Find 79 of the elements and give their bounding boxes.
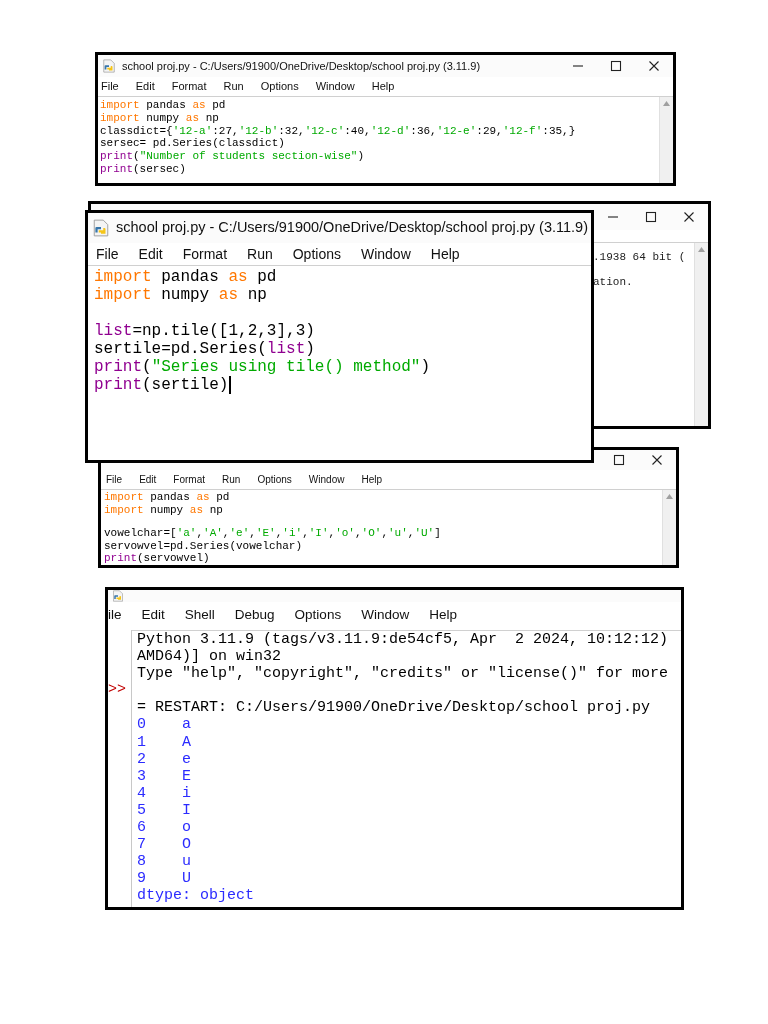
maximize-icon[interactable] xyxy=(645,211,657,223)
menu-item[interactable]: Window xyxy=(361,604,410,626)
menu-item[interactable]: Run xyxy=(222,472,241,487)
output-line: 2 e xyxy=(137,750,191,768)
shell-line: .1938 64 bit ( xyxy=(593,251,686,263)
scroll-up-icon[interactable] xyxy=(663,101,670,106)
scrollbar[interactable] xyxy=(662,490,676,565)
python-file-icon xyxy=(102,59,116,73)
menu-item[interactable]: Window xyxy=(308,472,345,487)
menu-item[interactable]: Window xyxy=(315,78,355,95)
menu-item[interactable]: Options xyxy=(260,78,299,95)
python-file-icon xyxy=(92,219,110,237)
code-line: import numpy as np xyxy=(94,286,267,304)
code-line: print(sertile) xyxy=(94,376,232,394)
menu-item[interactable]: Help xyxy=(371,78,395,95)
menu-item[interactable]: Options xyxy=(257,472,292,487)
menu-item[interactable]: Format xyxy=(182,243,228,265)
output-line: 0 a xyxy=(137,716,191,734)
window-title: school proj.py - C:/Users/91900/OneDrive/Desktop/school proj.py (3.11.9) xyxy=(122,58,481,74)
output-line: 5 I xyxy=(137,801,191,820)
shell-line: AMD64)] on win32 xyxy=(137,648,282,666)
maximize-icon[interactable] xyxy=(610,60,622,72)
maximize-icon[interactable] xyxy=(613,454,625,466)
code-line: print(sersec) xyxy=(100,163,186,176)
code-line: sertile=pd.Series(list) xyxy=(94,340,315,358)
menu-item[interactable]: Edit xyxy=(138,243,163,265)
code-line: list=np.tile([1,2,3],3) xyxy=(94,322,315,340)
scrollbar[interactable] xyxy=(694,243,708,426)
output-line: dtype: object xyxy=(137,887,255,905)
menu-item[interactable]: ile xyxy=(108,604,122,626)
close-icon[interactable] xyxy=(648,60,660,72)
menu-item[interactable]: Options xyxy=(292,243,341,265)
output-line: 4 i xyxy=(137,784,191,802)
shell-line: ation. xyxy=(593,276,633,288)
code-line: sersec= pd.Series(classdict) xyxy=(100,137,285,151)
menu-item[interactable]: Edit xyxy=(139,472,157,487)
code-line: vowelchar=['a','A','e','E','i','I','o','O','u','U'] xyxy=(104,527,441,540)
code-line: servowvel=pd.Series(vowelchar) xyxy=(104,539,303,553)
menu-item[interactable]: Help xyxy=(429,604,457,626)
window-title: school proj.py - C:/Users/91900/OneDrive/Desktop/school proj.py (3.11.9) xyxy=(116,218,588,238)
code-line: classdict={'12-a':27,'12-b':32,'12-c':40,'12-d':36,'12-e':29,'12-f':35,} xyxy=(100,124,576,138)
menu-item[interactable]: Help xyxy=(361,472,382,487)
shell-line: Python 3.11.9 (tags/v3.11.9:de54cf5, Apr 2 2024, 10:12:12) xyxy=(137,631,669,649)
menu-item[interactable]: File xyxy=(96,243,119,265)
menu-item[interactable]: Help xyxy=(430,243,460,265)
code-line: import pandas as pd xyxy=(94,268,277,286)
menu-item[interactable]: Run xyxy=(223,78,244,95)
output-line: 6 o xyxy=(137,819,191,837)
menu-item[interactable]: Debug xyxy=(234,604,275,626)
output-line: 1 A xyxy=(137,733,191,751)
menu-item[interactable]: Format xyxy=(173,472,206,487)
code-line: import numpy as np xyxy=(100,111,219,125)
menu-item[interactable]: Edit xyxy=(141,604,165,626)
menu-item[interactable]: Shell xyxy=(184,604,215,626)
scroll-up-icon[interactable] xyxy=(698,247,705,252)
shell-line: Type "help", "copyright", "credits" or "license()" for more xyxy=(137,665,669,683)
code-line: import pandas as pd xyxy=(104,491,230,504)
menu-item[interactable]: Options xyxy=(294,604,342,626)
output-line: 7 O xyxy=(137,836,191,854)
menu-item[interactable]: Edit xyxy=(135,78,155,95)
code-line: import pandas as pd xyxy=(100,99,226,112)
menu-item[interactable]: File xyxy=(106,472,123,487)
output-line: 9 U xyxy=(137,870,191,888)
shell-prompt: >> xyxy=(108,681,126,699)
output-line: 8 u xyxy=(137,853,191,871)
shell-line: = RESTART: C:/Users/91900/OneDrive/Desktop/school proj.py xyxy=(137,699,651,717)
menu-item[interactable]: Format xyxy=(171,78,207,95)
code-line: print("Number of students section-wise") xyxy=(100,150,365,163)
output-line: 3 E xyxy=(137,767,191,785)
scrollbar[interactable] xyxy=(659,97,673,183)
scroll-up-icon[interactable] xyxy=(666,494,673,499)
code-line: print("Series using tile() method") xyxy=(94,358,431,376)
close-icon[interactable] xyxy=(651,454,663,466)
code-line: import numpy as np xyxy=(104,503,223,517)
menu-item[interactable]: Window xyxy=(360,243,411,265)
code-line: print(servowvel) xyxy=(104,552,210,565)
close-icon[interactable] xyxy=(683,211,695,223)
menu-item[interactable]: Run xyxy=(247,243,273,265)
menu-item[interactable]: File xyxy=(101,78,119,95)
